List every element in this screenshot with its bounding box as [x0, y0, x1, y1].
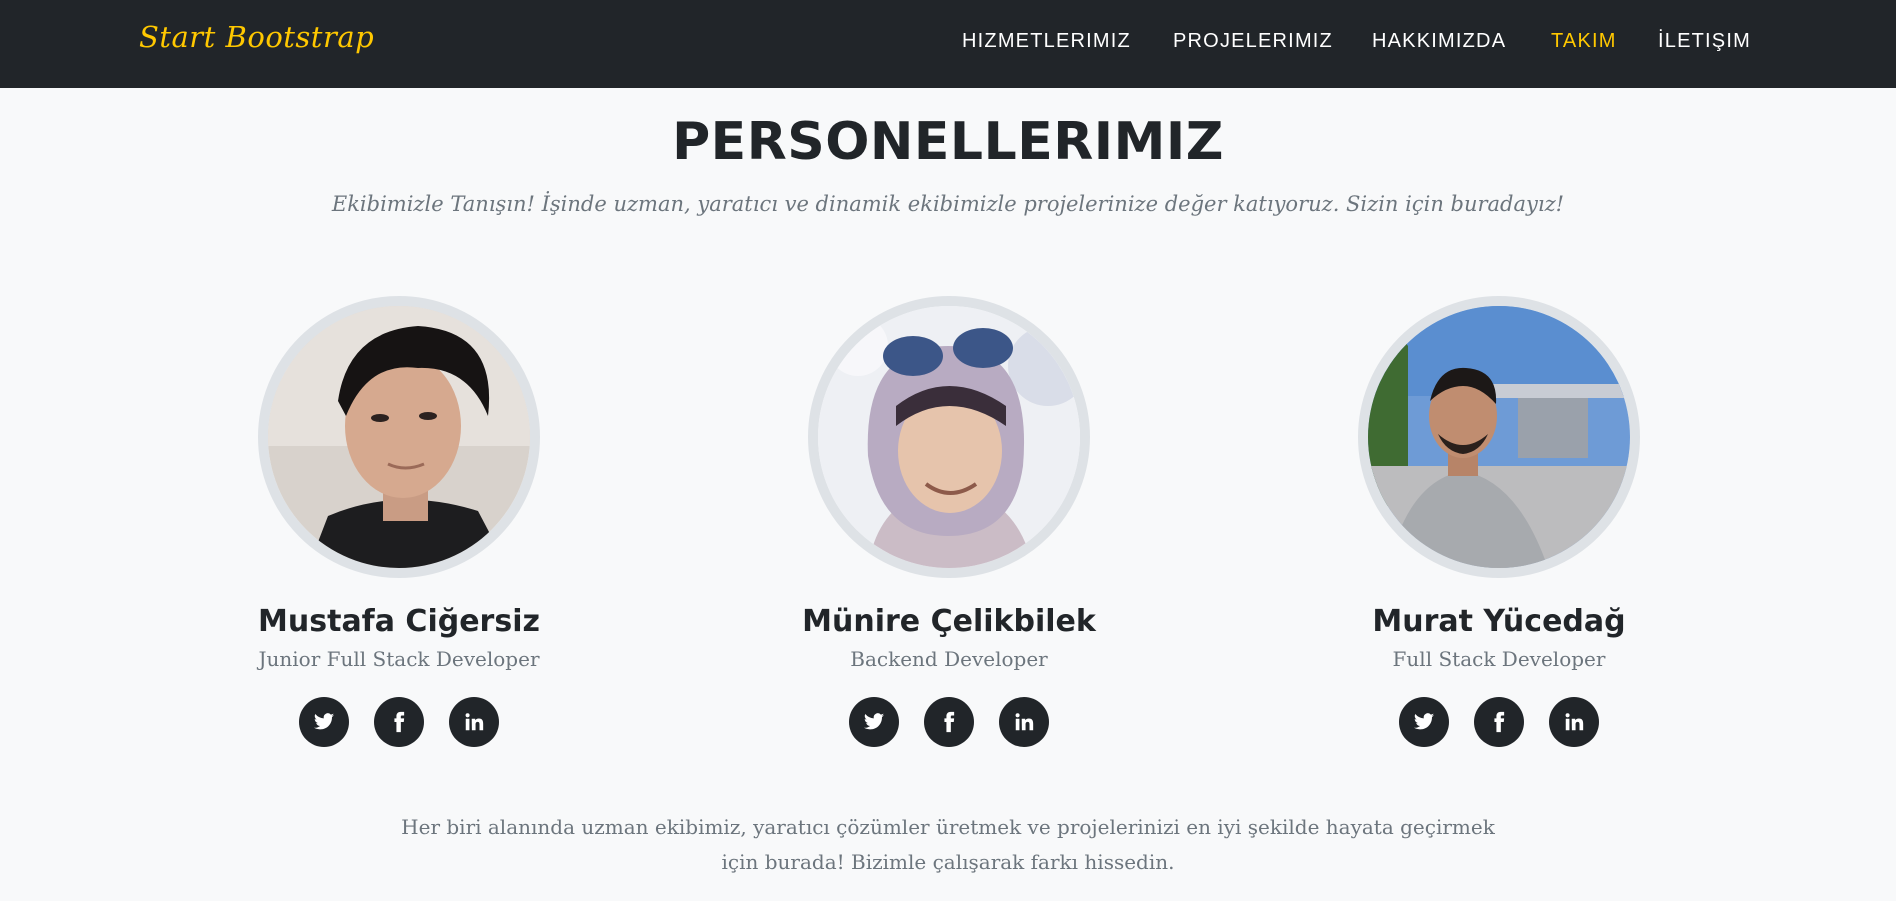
linkedin-icon [1015, 713, 1034, 731]
facebook-button[interactable] [1474, 697, 1524, 747]
footer-line-2: için burada! Bizimle çalışarak farkı his… [721, 850, 1175, 874]
member-role: Backend Developer [850, 647, 1048, 671]
nav-link-services[interactable]: HIZMETLERIMIZ [962, 30, 1131, 53]
twitter-icon [313, 713, 335, 730]
member-photo [268, 306, 530, 568]
member-photo [1368, 306, 1630, 568]
avatar [808, 296, 1090, 578]
nav-links: HIZMETLERIMIZ PROJELERIMIZ HAKKIMIZDA TA… [0, 30, 1896, 60]
linkedin-icon [465, 713, 484, 731]
social-links [749, 697, 1149, 747]
member-role: Junior Full Stack Developer [258, 647, 540, 671]
linkedin-icon [1565, 713, 1584, 731]
nav-link-contact[interactable]: İLETIŞIM [1658, 30, 1751, 53]
member-role: Full Stack Developer [1392, 647, 1606, 671]
section-subheading: Ekibimizle Tanışın! İşinde uzman, yaratı… [331, 192, 1565, 216]
facebook-icon [1494, 711, 1505, 733]
linkedin-button[interactable] [449, 697, 499, 747]
social-links [1299, 697, 1699, 747]
team-member-card: Mustafa Ciğersiz Junior Full Stack Devel… [199, 296, 599, 747]
team-member-card: Münire Çelikbilek Backend Developer [749, 296, 1149, 747]
team-member-card: Murat Yücedağ Full Stack Developer [1299, 296, 1699, 747]
facebook-icon [944, 711, 955, 733]
member-name: Münire Çelikbilek [802, 604, 1096, 639]
facebook-icon [394, 711, 405, 733]
twitter-button[interactable] [299, 697, 349, 747]
member-name: Mustafa Ciğersiz [258, 604, 540, 639]
team-footer-text: Her biri alanında uzman ekibimiz, yaratı… [398, 810, 1498, 880]
twitter-button[interactable] [1399, 697, 1449, 747]
twitter-icon [863, 713, 885, 730]
facebook-button[interactable] [374, 697, 424, 747]
facebook-button[interactable] [924, 697, 974, 747]
social-links [199, 697, 599, 747]
linkedin-button[interactable] [1549, 697, 1599, 747]
nav-link-projects[interactable]: PROJELERIMIZ [1173, 30, 1333, 53]
avatar [1358, 296, 1640, 578]
twitter-icon [1413, 713, 1435, 730]
member-name: Murat Yücedağ [1372, 604, 1626, 639]
avatar [258, 296, 540, 578]
linkedin-button[interactable] [999, 697, 1049, 747]
section-heading: PERSONELLERIMIZ [672, 112, 1224, 172]
nav-link-team[interactable]: TAKIM [1551, 30, 1617, 53]
nav-link-about[interactable]: HAKKIMIZDA [1372, 30, 1506, 53]
twitter-button[interactable] [849, 697, 899, 747]
navbar: Start Bootstrap HIZMETLERIMIZ PROJELERIM… [0, 0, 1896, 88]
footer-line-1: Her biri alanında uzman ekibimiz, yaratı… [401, 815, 1495, 839]
member-photo [818, 306, 1080, 568]
